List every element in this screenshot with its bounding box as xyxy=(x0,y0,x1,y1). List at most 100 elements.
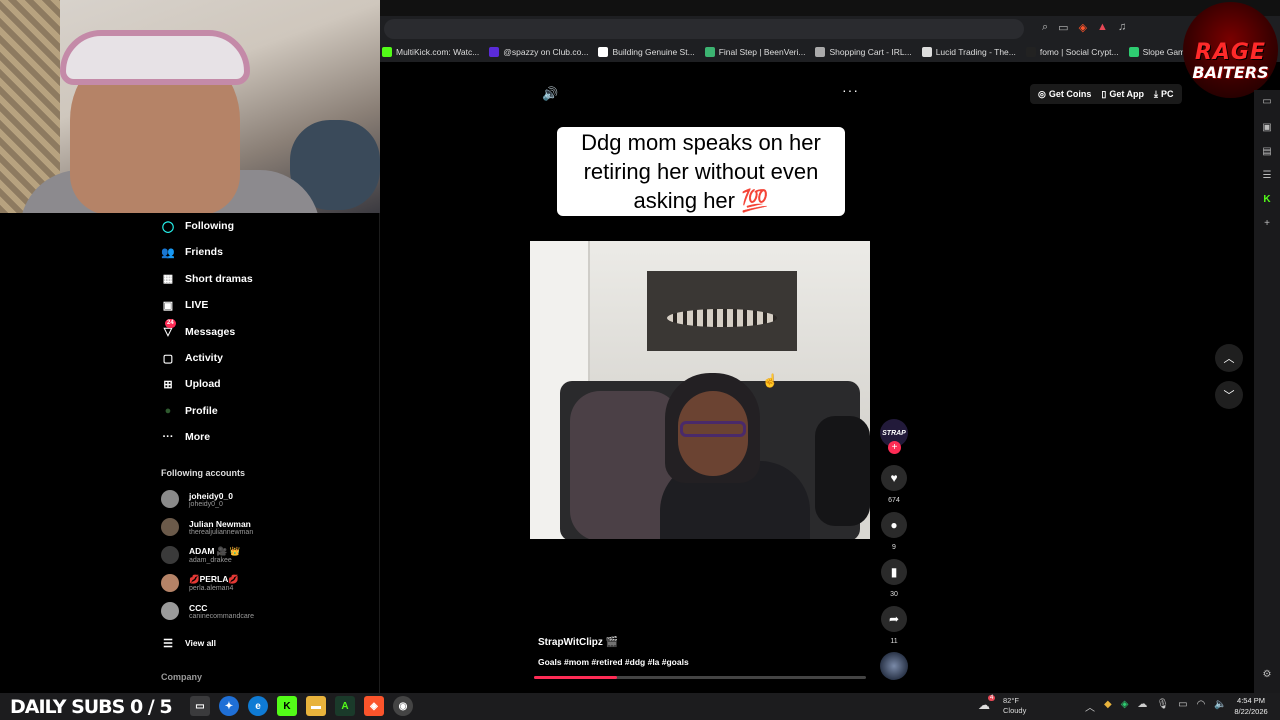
brave-shield-icon[interactable]: ◈ xyxy=(1079,21,1087,34)
save-button[interactable]: ▮ xyxy=(881,559,907,585)
wifi-icon[interactable]: ◠ xyxy=(1197,699,1206,714)
sidebar-item-profile[interactable]: ● Profile xyxy=(161,401,218,421)
weather-text: 82°F Cloudy xyxy=(1003,696,1026,716)
account-text: 💋PERLA💋 perla.aleman4 xyxy=(189,574,239,592)
sidebar-item-label: Following xyxy=(185,220,234,232)
clock-time: 4:54 PM xyxy=(1237,696,1265,705)
club-icon xyxy=(489,47,500,57)
add-panel-icon[interactable]: + xyxy=(1260,216,1274,230)
sidebar-item-friends[interactable]: 👥 Friends xyxy=(161,242,223,262)
comment-button[interactable]: ● xyxy=(881,512,907,538)
webcam-overlay xyxy=(0,0,380,213)
app-blue-icon[interactable]: ✦ xyxy=(219,696,239,716)
edge-icon[interactable]: e xyxy=(248,696,268,716)
tray-app-icon[interactable]: ◆ xyxy=(1104,699,1112,714)
music-disc-icon[interactable] xyxy=(880,652,908,680)
sidebar-panel-icon[interactable]: ▭ xyxy=(1260,94,1274,108)
like-button[interactable]: ♥ xyxy=(881,465,907,491)
kick-sidebar-icon[interactable]: K xyxy=(1260,192,1274,206)
file-explorer-icon[interactable]: ▬ xyxy=(306,696,326,716)
daily-subs-overlay: DAILY SUBS 0 / 5 xyxy=(10,695,173,718)
share-arrow-icon: ➦ xyxy=(888,612,900,626)
bookmark-item[interactable]: Shopping Cart - IRL... xyxy=(815,47,912,57)
sidebar-item-live[interactable]: ▣ LIVE xyxy=(161,295,209,315)
comment-icon: ● xyxy=(890,518,898,532)
messages-badge: 24 xyxy=(165,318,176,328)
following-account-item[interactable]: Julian Newman therealjuliannewman xyxy=(161,515,253,539)
brave-browser-icon[interactable]: ◈ xyxy=(364,696,384,716)
sidebar-item-short-dramas[interactable]: ▦ Short dramas xyxy=(161,269,253,289)
more-options-icon[interactable]: ··· xyxy=(842,82,859,98)
video-progress-bar[interactable] xyxy=(534,676,866,679)
task-view-icon[interactable]: ▭ xyxy=(190,696,210,716)
get-app-button[interactable]: ▯ Get App xyxy=(1101,89,1144,100)
download-icon: ⤓ xyxy=(1154,88,1158,99)
sidebar-item-label: More xyxy=(185,431,211,444)
app-green-icon[interactable]: A xyxy=(335,696,355,716)
bookmark-label: Shopping Cart - IRL... xyxy=(829,47,912,57)
system-tray: ︿ ◆ ◈ ☁ 🎙 ▭ ◠ 🔈 xyxy=(1085,699,1227,714)
following-account-item[interactable]: CCC caninecommandcare xyxy=(161,599,254,623)
weather-widget[interactable]: ☁ 4 82°F Cloudy xyxy=(978,695,1026,716)
volume-icon[interactable]: 🔊 xyxy=(542,86,558,102)
speaker-icon[interactable]: 🔈 xyxy=(1214,699,1226,714)
taskbar-clock[interactable]: 4:54 PM 8/22/2026 xyxy=(1226,695,1276,717)
taskbar-apps: ▭ ✦ e K ▬ A ◈ ◉ xyxy=(190,696,413,716)
sidebar-item-following[interactable]: ◯ Following xyxy=(161,216,234,236)
chevron-up-tray-icon[interactable]: ︿ xyxy=(1085,699,1095,714)
sidebar-item-activity[interactable]: ▢ Activity xyxy=(161,348,223,368)
bookmark-item[interactable]: Slope Game xyxy=(1128,47,1190,57)
bookmark-item[interactable]: fomo | Social Crypt... xyxy=(1025,47,1119,57)
kick-app-icon[interactable]: K xyxy=(277,696,297,716)
account-handle: therealjuliannewman xyxy=(189,528,254,536)
settings-gear-icon[interactable]: ⚙ xyxy=(1260,667,1274,681)
zoom-icon[interactable]: ⌕ xyxy=(1042,21,1048,34)
sidebar-item-upload[interactable]: ⊞ Upload xyxy=(161,374,220,394)
more-dots-icon: ··· xyxy=(162,431,174,444)
video-player[interactable] xyxy=(530,241,870,539)
bookmark-item[interactable]: MultiKick.com: Watc... xyxy=(382,47,479,57)
tray-cloud-icon[interactable]: ☁ xyxy=(1137,699,1147,714)
obs-icon[interactable]: ◉ xyxy=(393,696,413,716)
reading-list-icon[interactable]: ☰ xyxy=(1260,168,1274,182)
bookmark-item[interactable]: Building Genuine St... xyxy=(598,47,695,57)
get-coins-button[interactable]: ◎ Get Coins xyxy=(1038,89,1091,100)
pc-button[interactable]: ⤓ PC xyxy=(1154,89,1174,100)
brave-rewards-icon[interactable]: ▲ xyxy=(1097,21,1108,34)
tray-display-icon[interactable]: ▭ xyxy=(1178,699,1187,714)
following-account-item[interactable]: 💋PERLA💋 perla.aleman4 xyxy=(161,571,239,595)
next-video-button[interactable]: ﹀ xyxy=(1215,381,1243,409)
chevron-down-icon: ﹀ xyxy=(1223,390,1235,402)
sidebar-item-more[interactable]: ··· More xyxy=(161,427,211,447)
get-coins-label: Get Coins xyxy=(1048,89,1092,99)
rage-baiters-logo: RAGE BAITERS xyxy=(1183,2,1278,98)
bookmark-item[interactable]: Lucid Trading - The... xyxy=(921,47,1016,57)
music-note-icon[interactable]: ♫ xyxy=(1118,21,1126,34)
bookmark-label: Lucid Trading - The... xyxy=(935,47,1016,57)
tray-shield-icon[interactable]: ◈ xyxy=(1121,699,1129,714)
company-link[interactable]: Company xyxy=(161,672,202,682)
following-account-item[interactable]: ADAM 🎥 👑 adam_drakee xyxy=(161,543,240,567)
bookmark-item[interactable]: Final Step | BeenVeri... xyxy=(704,47,805,57)
follow-plus-button[interactable]: + xyxy=(888,441,901,454)
following-account-item[interactable]: joheidy0_0 joheidy0_0 xyxy=(161,487,233,511)
notes-icon[interactable]: ▤ xyxy=(1260,144,1274,158)
account-name: ADAM 🎥 👑 xyxy=(189,546,241,556)
view-all-link[interactable]: ☰ View all xyxy=(161,633,216,653)
kick-icon xyxy=(382,47,392,57)
clock-date: 8/22/2026 xyxy=(1234,707,1268,716)
bookmark-item[interactable]: @spazzy on Club.co... xyxy=(489,47,588,57)
url-input[interactable] xyxy=(384,19,1024,39)
weather-temp: 82°F xyxy=(1003,696,1019,705)
avatar xyxy=(161,574,179,592)
previous-video-button[interactable]: ︿ xyxy=(1215,344,1243,372)
wallet-icon[interactable]: ▣ xyxy=(1260,120,1274,134)
video-wall-art xyxy=(647,271,797,351)
sidebar-item-messages[interactable]: ▽ 24 Messages xyxy=(161,318,235,342)
cast-icon[interactable]: ▭ xyxy=(1058,21,1068,34)
tray-mic-icon[interactable]: 🎙 xyxy=(1156,699,1169,714)
account-text: CCC caninecommandcare xyxy=(189,603,254,620)
account-handle: joheidy0_0 xyxy=(189,500,223,508)
share-button[interactable]: ➦ xyxy=(881,606,907,632)
video-author[interactable]: StrapWitClipz 🎬 xyxy=(538,637,618,648)
